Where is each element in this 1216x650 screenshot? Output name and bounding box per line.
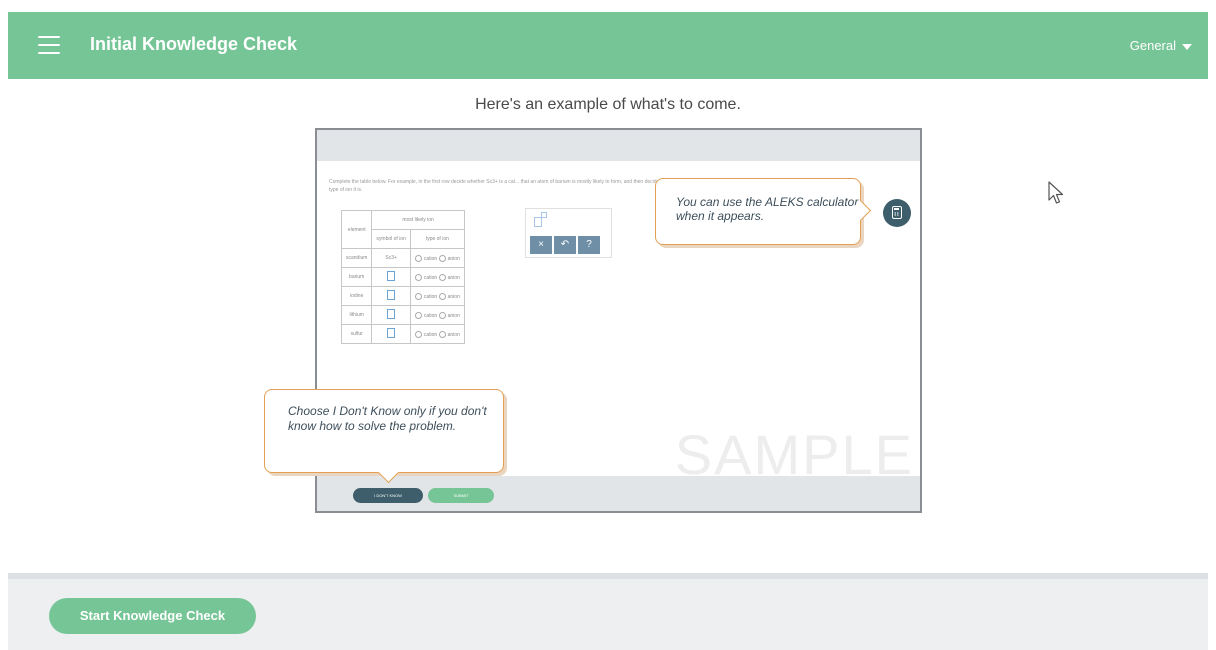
type-cell: cation anion	[409, 305, 465, 325]
table-row: iodine cation anion	[340, 286, 465, 306]
sample-header-bar	[317, 130, 920, 161]
answer-input[interactable]	[387, 309, 396, 319]
page-title: Initial Knowledge Check	[90, 34, 298, 54]
option-label: anion	[447, 274, 460, 281]
calculator-icon	[892, 206, 902, 219]
option-label: cation	[423, 255, 438, 262]
element-cell: barium	[340, 267, 373, 287]
dont-know-callout-text: Choose I Don't Know only if you don't kn…	[288, 404, 487, 433]
radio-cation[interactable]	[414, 311, 422, 319]
radio-cation[interactable]	[414, 330, 422, 338]
dont-know-button[interactable]: I DON'T KNOW	[353, 488, 423, 503]
general-menu-label: General	[1129, 38, 1176, 53]
symbol-cell	[371, 324, 411, 344]
help-button[interactable]: ?	[578, 236, 600, 254]
option-label: cation	[423, 293, 438, 300]
ion-table: element most likely ion symbol of ion ty…	[340, 210, 465, 344]
clear-button[interactable]: ×	[530, 236, 552, 254]
superscript-slot-icon	[541, 212, 547, 218]
col-type-header: type of ion	[409, 229, 465, 249]
option-label: anion	[447, 331, 460, 338]
dont-know-callout: Choose I Don't Know only if you don't kn…	[264, 389, 504, 484]
start-knowledge-check-button[interactable]: Start Knowledge Check	[49, 598, 256, 634]
option-label: anion	[447, 312, 460, 319]
table-row: sulfur cation anion	[340, 324, 465, 344]
general-menu-dropdown[interactable]: General	[1130, 38, 1192, 53]
element-cell: scandium	[340, 248, 373, 268]
answer-input[interactable]	[387, 328, 396, 338]
calculator-button[interactable]	[883, 199, 911, 227]
calculator-callout-text: You can use the ALEKS calculator when it…	[676, 195, 859, 223]
col-element-header: element	[340, 210, 373, 249]
mouse-cursor-icon	[1048, 181, 1064, 204]
caret-down-icon	[1182, 43, 1192, 50]
submit-button[interactable]: SUBMIT	[428, 488, 494, 503]
editor-toolbar: × ↶ ?	[530, 236, 600, 254]
table-row: lithium cation anion	[340, 305, 465, 325]
option-label: anion	[447, 255, 460, 262]
symbol-cell: Sc3+	[371, 248, 411, 268]
radio-anion[interactable]	[438, 254, 446, 262]
option-label: cation	[423, 312, 438, 319]
element-cell: iodine	[340, 286, 373, 306]
table-row: barium cation anion	[340, 267, 465, 287]
type-cell: cation anion	[409, 324, 465, 344]
element-cell: sulfur	[340, 324, 373, 344]
radio-cation[interactable]	[414, 273, 422, 281]
type-cell: cation anion	[409, 248, 465, 268]
radio-anion[interactable]	[438, 273, 446, 281]
intro-headline: Here's an example of what's to come.	[475, 96, 741, 113]
radio-anion[interactable]	[438, 311, 446, 319]
symbol-cell	[371, 286, 411, 306]
undo-button[interactable]: ↶	[554, 236, 576, 254]
radio-anion[interactable]	[438, 330, 446, 338]
top-app-bar: Initial Knowledge Check General	[8, 12, 1208, 79]
hamburger-icon[interactable]	[38, 36, 60, 54]
radio-cation[interactable]	[414, 292, 422, 300]
radio-cation[interactable]	[414, 254, 422, 262]
symbol-cell	[371, 305, 411, 325]
col-symbol-header: symbol of ion	[371, 229, 411, 249]
element-cell: lithium	[340, 305, 373, 325]
answer-input[interactable]	[387, 271, 396, 281]
sample-instructions: Complete the table below. For example, i…	[329, 179, 672, 193]
radio-anion[interactable]	[438, 292, 446, 300]
answer-input[interactable]	[387, 290, 396, 300]
symbol-cell	[371, 267, 411, 287]
superscript-template-icon	[534, 217, 542, 227]
table-row: scandium Sc3+ cation anion	[340, 248, 465, 268]
option-label: cation	[423, 331, 438, 338]
type-cell: cation anion	[409, 286, 465, 306]
option-label: anion	[447, 293, 460, 300]
option-label: cation	[423, 274, 438, 281]
col-group-header: most likely ion	[371, 210, 465, 230]
calculator-callout: You can use the ALEKS calculator when it…	[655, 178, 872, 245]
type-cell: cation anion	[409, 267, 465, 287]
